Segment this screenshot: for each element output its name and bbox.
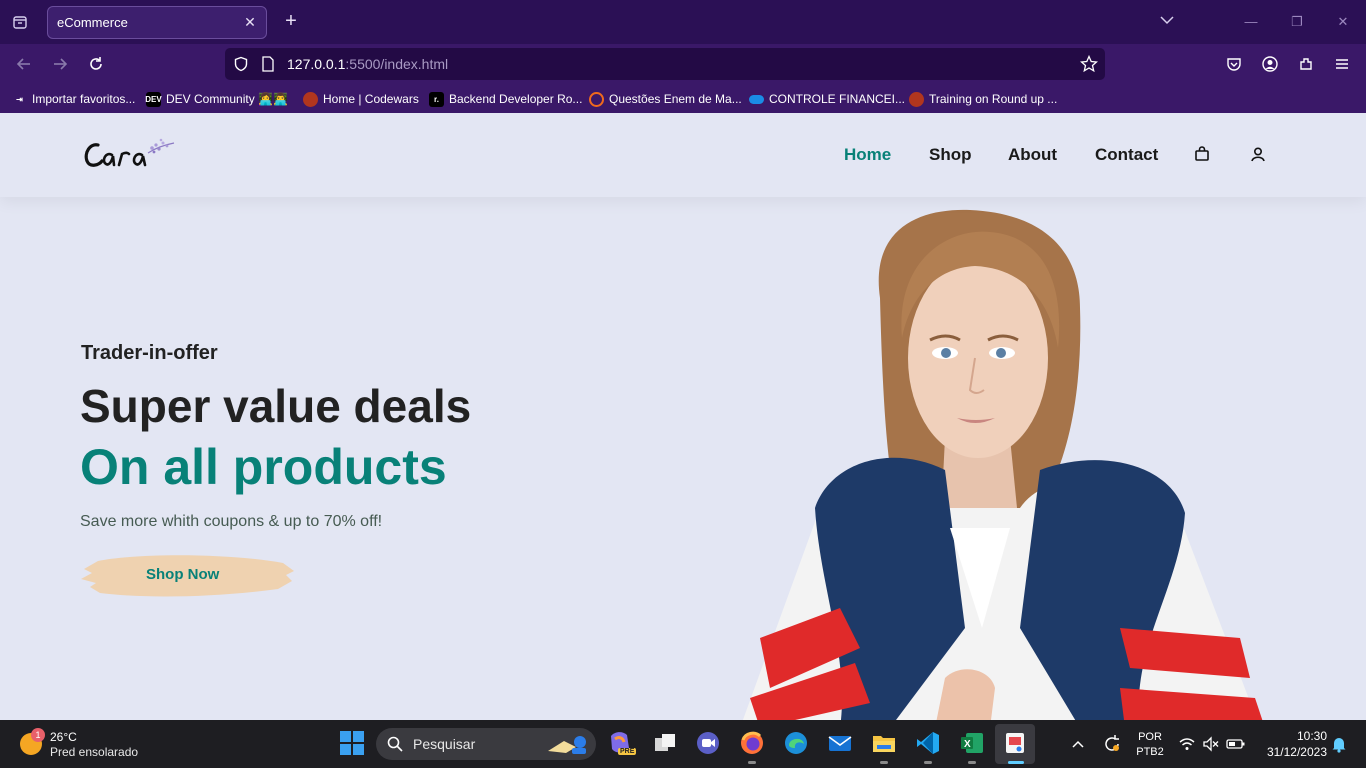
import-icon: ⇥ bbox=[16, 94, 23, 104]
system-clock[interactable]: 10:30 31/12/2023 bbox=[1255, 728, 1327, 760]
copilot-icon[interactable]: PRE bbox=[607, 730, 637, 756]
browser-tab-active[interactable]: eCommerce ✕ bbox=[47, 6, 267, 39]
chevron-down-icon[interactable] bbox=[1158, 11, 1178, 31]
forward-icon[interactable] bbox=[49, 53, 71, 75]
site-logo[interactable] bbox=[82, 131, 182, 173]
bookmark-training-round-up[interactable]: Training on Round up ... bbox=[909, 90, 1057, 108]
task-view-icon[interactable] bbox=[652, 730, 678, 756]
account-icon[interactable] bbox=[1259, 53, 1281, 75]
user-icon[interactable] bbox=[1250, 146, 1266, 162]
weather-temperature: 26°C bbox=[50, 730, 77, 744]
taskbar-search[interactable]: Pesquisar bbox=[376, 728, 596, 760]
shield-icon[interactable] bbox=[230, 53, 252, 75]
sync-icon[interactable] bbox=[1101, 733, 1123, 755]
nav-home[interactable]: Home bbox=[844, 145, 891, 165]
codewars-icon bbox=[303, 91, 318, 107]
nav-contact[interactable]: Contact bbox=[1095, 145, 1158, 165]
windows-taskbar: 1 26°C Pred ensolarado Pesquisar PRE X P… bbox=[0, 720, 1366, 768]
notification-bell-icon[interactable] bbox=[1330, 735, 1348, 753]
new-tab-icon[interactable]: + bbox=[280, 10, 302, 32]
wifi-icon[interactable] bbox=[1178, 735, 1196, 753]
search-label: Pesquisar bbox=[413, 736, 476, 752]
star-icon[interactable] bbox=[1078, 53, 1100, 75]
hero-headline: Super value deals bbox=[80, 380, 472, 432]
bookmark-codewars[interactable]: Home | Codewars bbox=[303, 90, 419, 108]
preview-badge: PRE bbox=[618, 748, 637, 755]
battery-icon[interactable] bbox=[1226, 735, 1246, 753]
edge-icon[interactable] bbox=[783, 730, 809, 756]
minimize-icon[interactable]: — bbox=[1241, 12, 1261, 32]
snipping-tool-icon[interactable] bbox=[1002, 730, 1028, 756]
reload-icon[interactable] bbox=[85, 53, 107, 75]
bookmark-dev-community[interactable]: DEV DEV Community 👩‍💻👨‍💻 bbox=[145, 90, 288, 108]
restore-icon[interactable]: ❐ bbox=[1287, 12, 1307, 32]
extensions-icon[interactable] bbox=[1295, 53, 1317, 75]
tab-list-icon[interactable] bbox=[8, 10, 32, 34]
excel-running-indicator bbox=[968, 761, 976, 764]
search-icon bbox=[387, 736, 403, 757]
teams-meet-icon[interactable] bbox=[695, 730, 721, 756]
clock-time: 10:30 bbox=[1296, 729, 1327, 743]
explorer-running-indicator bbox=[880, 761, 888, 764]
page-viewport: Home Shop About Contact Trader-in-offer … bbox=[0, 113, 1366, 720]
back-icon[interactable] bbox=[13, 53, 35, 75]
hero-subtitle: Save more whith coupons & up to 70% off! bbox=[80, 513, 383, 530]
mail-icon[interactable] bbox=[827, 730, 853, 756]
snipping-running-indicator bbox=[1008, 761, 1024, 764]
onedrive-icon bbox=[749, 94, 764, 104]
close-tab-icon[interactable]: ✕ bbox=[242, 14, 258, 30]
weather-description: Pred ensolarado bbox=[50, 745, 139, 759]
file-explorer-icon[interactable] bbox=[871, 730, 897, 756]
roadmap-icon: r. bbox=[429, 91, 444, 107]
bookmark-import[interactable]: ⇥ Importar favoritos... bbox=[12, 90, 135, 108]
weather-widget[interactable]: 1 26°C Pred ensolarado bbox=[18, 727, 158, 761]
url-text: 127.0.0.1:5500/index.html bbox=[287, 56, 449, 72]
notification-badge: 1 bbox=[31, 728, 45, 742]
nav-shop[interactable]: Shop bbox=[929, 145, 972, 165]
browser-tab-bar: eCommerce ✕ + — ❐ ✕ bbox=[0, 0, 1366, 44]
address-bar[interactable]: 127.0.0.1:5500/index.html bbox=[225, 48, 1105, 80]
shop-now-label: Shop Now bbox=[146, 566, 220, 583]
shopping-bag-icon[interactable] bbox=[1194, 146, 1210, 162]
hero-model-image bbox=[742, 209, 1263, 720]
bookmarks-bar: ⇥ Importar favoritos... DEV DEV Communit… bbox=[0, 84, 1366, 113]
browser-nav-bar: 127.0.0.1:5500/index.html bbox=[0, 44, 1366, 84]
site-header: Home Shop About Contact bbox=[0, 113, 1366, 197]
vscode-icon[interactable] bbox=[915, 730, 941, 756]
excel-icon[interactable]: X bbox=[959, 730, 985, 756]
dev-icon: DEV bbox=[145, 91, 162, 107]
clock-date: 31/12/2023 bbox=[1266, 745, 1327, 759]
search-highlight-icon bbox=[546, 733, 590, 755]
nav-about[interactable]: About bbox=[1008, 145, 1057, 165]
hero-kicker: Trader-in-offer bbox=[81, 342, 218, 364]
firefox-running-indicator bbox=[748, 761, 756, 764]
close-window-icon[interactable]: ✕ bbox=[1333, 12, 1353, 32]
bookmark-questoes-enem[interactable]: Questões Enem de Ma... bbox=[589, 90, 742, 108]
codewars-icon bbox=[909, 91, 924, 107]
vscode-running-indicator bbox=[924, 761, 932, 764]
chevron-up-icon[interactable] bbox=[1068, 734, 1088, 754]
hero-headline-accent: On all products bbox=[80, 439, 447, 495]
bookmark-roadmap[interactable]: r. Backend Developer Ro... bbox=[429, 90, 582, 108]
volume-muted-icon[interactable] bbox=[1202, 735, 1220, 753]
pocket-icon[interactable] bbox=[1223, 53, 1245, 75]
bookmark-controle-financeiro[interactable]: CONTROLE FINANCEI... bbox=[749, 90, 905, 108]
tab-title: eCommerce bbox=[57, 15, 128, 30]
language-indicator[interactable]: POR PTB2 bbox=[1134, 730, 1166, 760]
svg-text:X: X bbox=[964, 739, 971, 750]
shop-now-button[interactable]: Shop Now bbox=[78, 549, 298, 599]
windows-start-icon[interactable] bbox=[339, 730, 365, 756]
firefox-icon[interactable] bbox=[739, 730, 765, 756]
menu-icon[interactable] bbox=[1331, 53, 1353, 75]
qconcursos-icon bbox=[589, 91, 604, 107]
page-icon bbox=[257, 53, 279, 75]
